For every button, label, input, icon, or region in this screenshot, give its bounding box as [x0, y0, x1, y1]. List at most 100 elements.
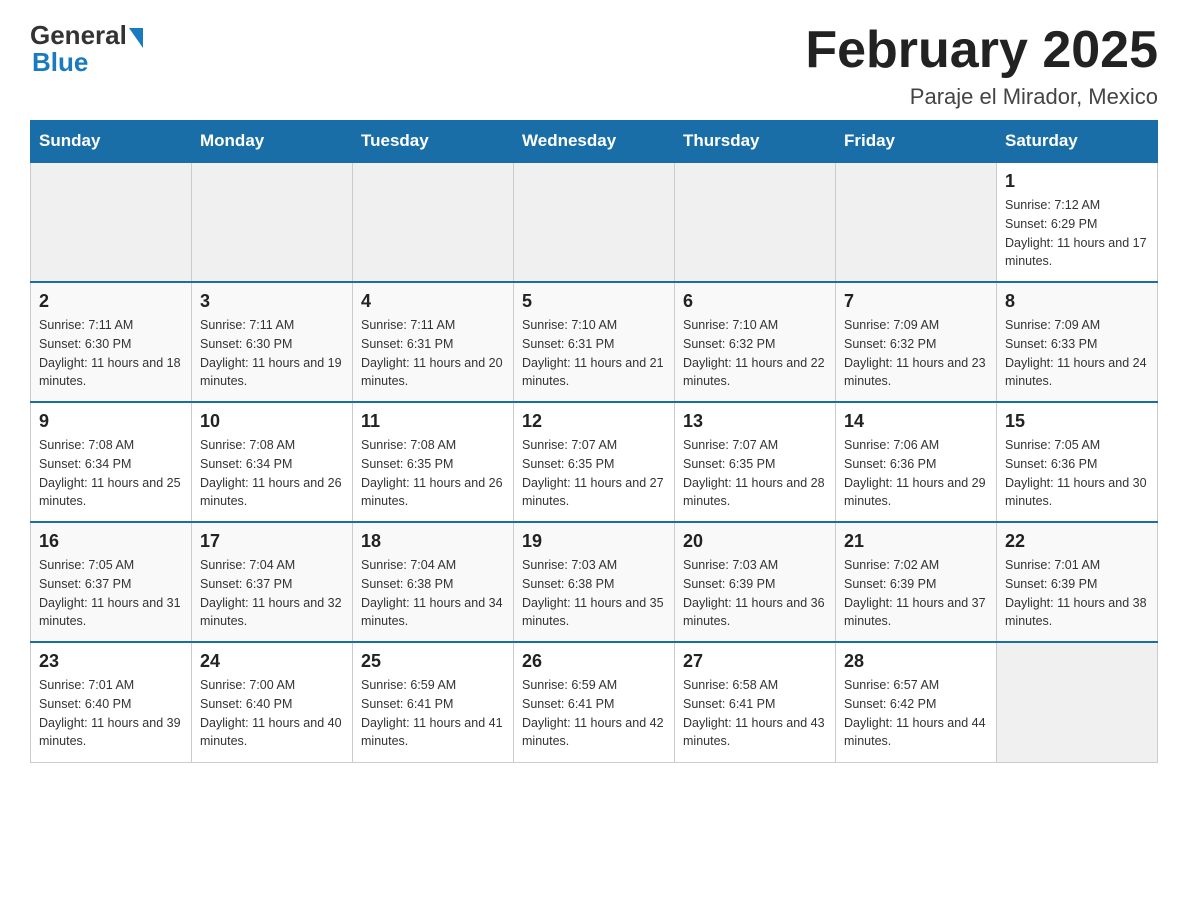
- day-cell: 5 Sunrise: 7:10 AMSunset: 6:31 PMDaylight…: [514, 282, 675, 402]
- day-info: Sunrise: 6:59 AMSunset: 6:41 PMDaylight:…: [361, 676, 505, 751]
- day-number: 23: [39, 651, 183, 672]
- day-cell: [31, 162, 192, 282]
- col-friday: Friday: [836, 121, 997, 163]
- calendar-table: Sunday Monday Tuesday Wednesday Thursday…: [30, 120, 1158, 763]
- day-number: 24: [200, 651, 344, 672]
- day-cell: 2Sunrise: 7:11 AMSunset: 6:30 PMDaylight…: [31, 282, 192, 402]
- day-number: 13: [683, 411, 827, 432]
- day-number: 21: [844, 531, 988, 552]
- day-cell: 25 Sunrise: 6:59 AMSunset: 6:41 PMDayligh…: [353, 642, 514, 762]
- day-number: 28: [844, 651, 988, 672]
- day-info: Sunrise: 7:01 AMSunset: 6:40 PMDaylight:…: [39, 676, 183, 751]
- day-info: Sunrise: 7:02 AMSunset: 6:39 PMDaylight:…: [844, 556, 988, 631]
- day-number: 8: [1005, 291, 1149, 312]
- day-number: 9: [39, 411, 183, 432]
- day-cell: 16 Sunrise: 7:05 AMSunset: 6:37 PMDayligh…: [31, 522, 192, 642]
- day-number: 26: [522, 651, 666, 672]
- day-cell: 7 Sunrise: 7:09 AMSunset: 6:32 PMDaylight…: [836, 282, 997, 402]
- day-number: 3: [200, 291, 344, 312]
- day-info: Sunrise: 7:03 AMSunset: 6:39 PMDaylight:…: [683, 556, 827, 631]
- page-header: General Blue February 2025 Paraje el Mir…: [30, 20, 1158, 110]
- logo-blue-text: Blue: [32, 47, 88, 78]
- calendar-body: 1Sunrise: 7:12 AMSunset: 6:29 PMDaylight…: [31, 162, 1158, 762]
- day-info: Sunrise: 7:05 AMSunset: 6:37 PMDaylight:…: [39, 556, 183, 631]
- day-number: 22: [1005, 531, 1149, 552]
- day-cell: 23 Sunrise: 7:01 AMSunset: 6:40 PMDayligh…: [31, 642, 192, 762]
- day-cell: 13 Sunrise: 7:07 AMSunset: 6:35 PMDayligh…: [675, 402, 836, 522]
- week-row-2: 9 Sunrise: 7:08 AMSunset: 6:34 PMDaylight…: [31, 402, 1158, 522]
- day-info: Sunrise: 7:08 AMSunset: 6:35 PMDaylight:…: [361, 436, 505, 511]
- day-cell: 14 Sunrise: 7:06 AMSunset: 6:36 PMDayligh…: [836, 402, 997, 522]
- day-info: Sunrise: 7:04 AMSunset: 6:37 PMDaylight:…: [200, 556, 344, 631]
- day-cell: 21 Sunrise: 7:02 AMSunset: 6:39 PMDayligh…: [836, 522, 997, 642]
- day-info: Sunrise: 7:10 AMSunset: 6:31 PMDaylight:…: [522, 316, 666, 391]
- day-cell: [192, 162, 353, 282]
- day-cell: 6 Sunrise: 7:10 AMSunset: 6:32 PMDaylight…: [675, 282, 836, 402]
- day-info: Sunrise: 7:08 AMSunset: 6:34 PMDaylight:…: [39, 436, 183, 511]
- calendar-header: Sunday Monday Tuesday Wednesday Thursday…: [31, 121, 1158, 163]
- day-number: 18: [361, 531, 505, 552]
- day-cell: 27 Sunrise: 6:58 AMSunset: 6:41 PMDayligh…: [675, 642, 836, 762]
- day-cell: 3 Sunrise: 7:11 AMSunset: 6:30 PMDaylight…: [192, 282, 353, 402]
- col-sunday: Sunday: [31, 121, 192, 163]
- week-row-3: 16 Sunrise: 7:05 AMSunset: 6:37 PMDayligh…: [31, 522, 1158, 642]
- logo: General Blue: [30, 20, 143, 78]
- day-number: 7: [844, 291, 988, 312]
- day-info: Sunrise: 6:58 AMSunset: 6:41 PMDaylight:…: [683, 676, 827, 751]
- day-number: 15: [1005, 411, 1149, 432]
- day-number: 6: [683, 291, 827, 312]
- day-info: Sunrise: 7:04 AMSunset: 6:38 PMDaylight:…: [361, 556, 505, 631]
- day-cell: 1Sunrise: 7:12 AMSunset: 6:29 PMDaylight…: [997, 162, 1158, 282]
- day-cell: [997, 642, 1158, 762]
- header-row: Sunday Monday Tuesday Wednesday Thursday…: [31, 121, 1158, 163]
- day-info: Sunrise: 7:09 AMSunset: 6:33 PMDaylight:…: [1005, 316, 1149, 391]
- day-cell: 28Sunrise: 6:57 AMSunset: 6:42 PMDayligh…: [836, 642, 997, 762]
- col-saturday: Saturday: [997, 121, 1158, 163]
- day-cell: [675, 162, 836, 282]
- day-cell: 24Sunrise: 7:00 AMSunset: 6:40 PMDayligh…: [192, 642, 353, 762]
- day-number: 16: [39, 531, 183, 552]
- day-cell: 19 Sunrise: 7:03 AMSunset: 6:38 PMDayligh…: [514, 522, 675, 642]
- col-tuesday: Tuesday: [353, 121, 514, 163]
- day-cell: 10Sunrise: 7:08 AMSunset: 6:34 PMDayligh…: [192, 402, 353, 522]
- day-number: 27: [683, 651, 827, 672]
- day-info: Sunrise: 7:07 AMSunset: 6:35 PMDaylight:…: [683, 436, 827, 511]
- day-cell: [514, 162, 675, 282]
- col-thursday: Thursday: [675, 121, 836, 163]
- calendar-subtitle: Paraje el Mirador, Mexico: [805, 84, 1158, 110]
- day-number: 14: [844, 411, 988, 432]
- day-cell: 4 Sunrise: 7:11 AMSunset: 6:31 PMDaylight…: [353, 282, 514, 402]
- col-wednesday: Wednesday: [514, 121, 675, 163]
- day-cell: 20 Sunrise: 7:03 AMSunset: 6:39 PMDayligh…: [675, 522, 836, 642]
- day-number: 5: [522, 291, 666, 312]
- day-info: Sunrise: 7:01 AMSunset: 6:39 PMDaylight:…: [1005, 556, 1149, 631]
- day-cell: [353, 162, 514, 282]
- day-number: 4: [361, 291, 505, 312]
- day-cell: [836, 162, 997, 282]
- col-monday: Monday: [192, 121, 353, 163]
- week-row-0: 1Sunrise: 7:12 AMSunset: 6:29 PMDaylight…: [31, 162, 1158, 282]
- calendar-title: February 2025: [805, 20, 1158, 80]
- day-cell: 15 Sunrise: 7:05 AMSunset: 6:36 PMDayligh…: [997, 402, 1158, 522]
- day-info: Sunrise: 7:06 AMSunset: 6:36 PMDaylight:…: [844, 436, 988, 511]
- day-cell: 22 Sunrise: 7:01 AMSunset: 6:39 PMDayligh…: [997, 522, 1158, 642]
- logo-arrow-icon: [129, 28, 143, 48]
- day-cell: 9 Sunrise: 7:08 AMSunset: 6:34 PMDaylight…: [31, 402, 192, 522]
- day-info: Sunrise: 7:11 AMSunset: 6:31 PMDaylight:…: [361, 316, 505, 391]
- day-info: Sunrise: 7:03 AMSunset: 6:38 PMDaylight:…: [522, 556, 666, 631]
- day-info: Sunrise: 7:09 AMSunset: 6:32 PMDaylight:…: [844, 316, 988, 391]
- day-number: 25: [361, 651, 505, 672]
- day-cell: 17Sunrise: 7:04 AMSunset: 6:37 PMDayligh…: [192, 522, 353, 642]
- day-number: 1: [1005, 171, 1149, 192]
- day-cell: 18 Sunrise: 7:04 AMSunset: 6:38 PMDayligh…: [353, 522, 514, 642]
- day-number: 20: [683, 531, 827, 552]
- day-info: Sunrise: 6:59 AMSunset: 6:41 PMDaylight:…: [522, 676, 666, 751]
- day-number: 19: [522, 531, 666, 552]
- day-info: Sunrise: 7:11 AMSunset: 6:30 PMDaylight:…: [200, 316, 344, 391]
- day-info: Sunrise: 7:10 AMSunset: 6:32 PMDaylight:…: [683, 316, 827, 391]
- week-row-1: 2Sunrise: 7:11 AMSunset: 6:30 PMDaylight…: [31, 282, 1158, 402]
- day-number: 11: [361, 411, 505, 432]
- day-info: Sunrise: 7:11 AMSunset: 6:30 PMDaylight:…: [39, 316, 183, 391]
- title-area: February 2025 Paraje el Mirador, Mexico: [805, 20, 1158, 110]
- day-info: Sunrise: 7:05 AMSunset: 6:36 PMDaylight:…: [1005, 436, 1149, 511]
